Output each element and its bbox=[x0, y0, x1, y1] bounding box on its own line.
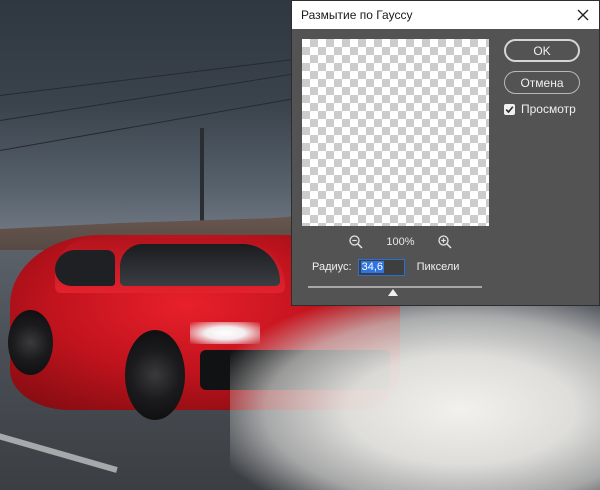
dialog-title: Размытие по Гауссу bbox=[301, 8, 413, 22]
car-windshield bbox=[120, 244, 280, 286]
preview-toggle[interactable]: Просмотр bbox=[504, 102, 576, 116]
dialog-titlebar[interactable]: Размытие по Гауссу bbox=[292, 1, 599, 29]
preview-canvas[interactable] bbox=[302, 39, 489, 226]
zoom-level: 100% bbox=[386, 236, 415, 248]
zoom-out-icon[interactable] bbox=[348, 234, 364, 250]
checkmark-icon bbox=[505, 105, 514, 113]
cancel-button[interactable]: Отмена bbox=[504, 71, 580, 94]
zoom-controls: 100% bbox=[302, 233, 489, 251]
close-icon bbox=[577, 9, 589, 21]
ok-button[interactable]: OK bbox=[504, 39, 580, 62]
car-side-window bbox=[55, 250, 115, 286]
blur-glow bbox=[230, 300, 600, 490]
car-rear-wheel bbox=[8, 310, 53, 375]
radius-row: Радиус: 34,6 Пиксели bbox=[312, 258, 459, 276]
car-front-wheel bbox=[125, 330, 185, 420]
radius-label: Радиус: bbox=[312, 261, 352, 273]
radius-slider-track[interactable] bbox=[308, 286, 482, 288]
preview-label: Просмотр bbox=[521, 102, 576, 116]
close-button[interactable] bbox=[573, 5, 593, 25]
radius-slider-thumb[interactable] bbox=[388, 289, 398, 296]
preview-checkbox[interactable] bbox=[504, 103, 515, 115]
gaussian-blur-dialog: Размытие по Гауссу 100% OK Отмена Просмо… bbox=[291, 0, 600, 306]
radius-value: 34,6 bbox=[360, 261, 385, 273]
utility-pole bbox=[200, 128, 204, 228]
zoom-in-icon[interactable] bbox=[437, 234, 453, 250]
radius-unit: Пиксели bbox=[416, 261, 460, 273]
radius-input[interactable]: 34,6 bbox=[357, 258, 405, 276]
